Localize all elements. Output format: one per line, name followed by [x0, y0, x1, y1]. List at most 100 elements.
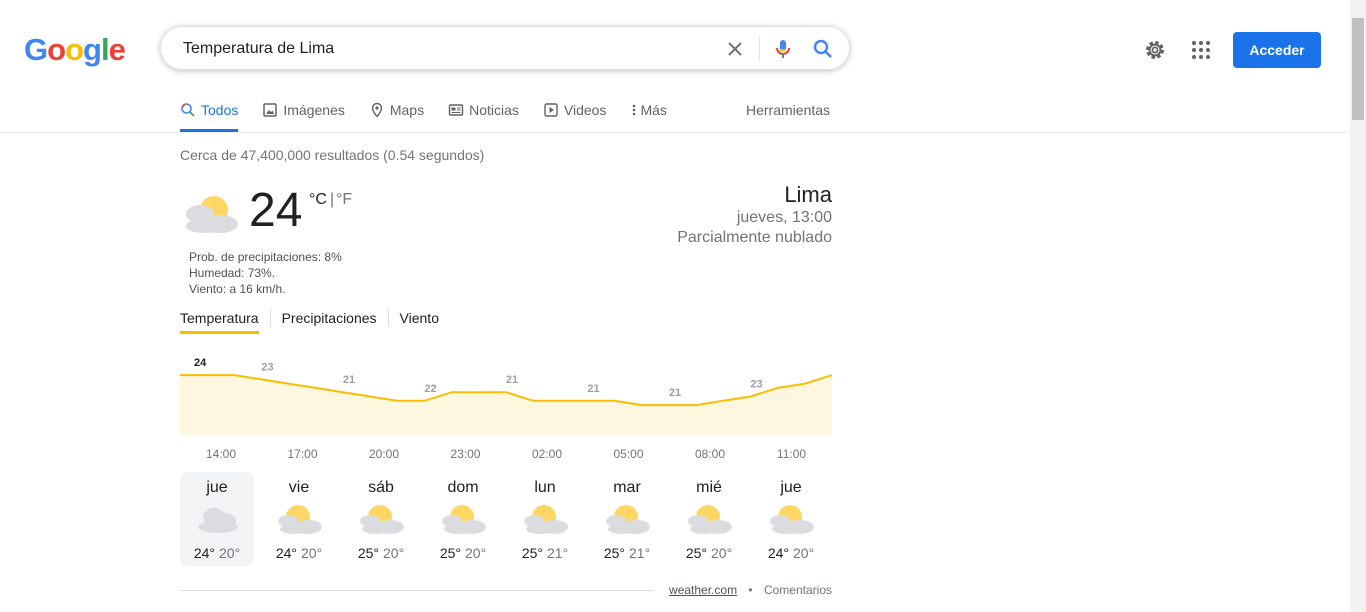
humidity-text: Humedad: 73%. — [189, 266, 276, 280]
day-temps: 25° 20° — [672, 545, 746, 561]
weather-details: Prob. de precipitaciones: 8% Humedad: 73… — [189, 249, 342, 297]
day-name: sáb — [368, 479, 394, 496]
day-forecast-5[interactable]: mar 25° 21° — [590, 472, 664, 566]
day-name: jue — [780, 479, 802, 496]
day-name: mar — [613, 479, 641, 496]
location-info: Lima jueves, 13:00 Parcialmente nublado — [677, 182, 832, 248]
chart-data-label: 21 — [506, 374, 518, 386]
chart-x-tick-label: 20:00 — [369, 447, 399, 461]
more-vert-icon — [630, 102, 638, 121]
feedback-link[interactable]: Comentarios — [764, 583, 832, 597]
day-forecast-4[interactable]: lun 25° 21° — [508, 472, 582, 566]
day-temps: 25° 21° — [508, 545, 582, 561]
day-name: jue — [206, 479, 228, 496]
day-temps: 25° 21° — [590, 545, 664, 561]
partly-cloudy-icon — [686, 499, 734, 544]
partly-cloudy-icon — [180, 190, 240, 239]
chart-data-label: 24 — [194, 358, 207, 369]
precipitation-text: Prob. de precipitaciones: 8% — [189, 250, 342, 264]
news-icon — [448, 102, 464, 121]
scrollbar-thumb[interactable] — [1352, 18, 1364, 120]
gear-icon[interactable] — [1143, 38, 1167, 67]
tab-noticias[interactable]: Noticias — [448, 94, 519, 132]
tab-label: Videos — [563, 102, 607, 118]
low-temp: 20° — [793, 545, 815, 561]
footer-divider — [180, 590, 654, 591]
wind-text: Viento: a 16 km/h. — [189, 282, 286, 296]
tab-maps[interactable]: Maps — [369, 94, 424, 132]
tab-viento[interactable]: Viento — [400, 307, 439, 334]
partly-cloudy-icon — [440, 499, 488, 544]
search-icon — [180, 102, 196, 121]
location-name: Lima — [784, 182, 832, 207]
scrollbar[interactable] — [1350, 0, 1366, 612]
nav-divider — [0, 132, 1350, 133]
search-icon[interactable] — [811, 37, 835, 61]
day-forecast-2[interactable]: sáb 25° 20° — [344, 472, 418, 566]
weather-tabs: Temperatura Precipitaciones Viento — [180, 307, 439, 334]
tab-separator — [387, 309, 389, 327]
logo-letter: G — [24, 32, 48, 67]
partly-cloudy-icon — [358, 499, 406, 544]
chart-data-label: 21 — [669, 387, 681, 399]
search-box[interactable] — [160, 26, 850, 70]
current-temperature: 24 — [249, 184, 303, 237]
tools-button[interactable]: Herramientas — [746, 102, 830, 118]
high-temp: 25° — [685, 545, 707, 561]
chart-data-label: 23 — [261, 361, 273, 373]
datetime-text: jueves, 13:00 — [736, 209, 832, 226]
tab-label: Imágenes — [283, 102, 345, 118]
daily-forecast: jue 24° 20° vie 24° 20° sáb 25° 20° dom 25° 20° lun 2… — [180, 472, 828, 566]
day-forecast-6[interactable]: mié 25° 20° — [672, 472, 746, 566]
mic-icon[interactable] — [771, 37, 795, 61]
tab-imagenes[interactable]: Imágenes — [262, 94, 345, 132]
logo-letter: e — [108, 32, 126, 67]
day-forecast-0[interactable]: jue 24° 20° — [180, 472, 254, 566]
high-temp: 24° — [193, 545, 215, 561]
day-forecast-7[interactable]: jue 24° 20° — [754, 472, 828, 566]
low-temp: 21° — [547, 545, 569, 561]
day-name: mié — [696, 479, 722, 496]
day-temps: 24° 20° — [262, 545, 336, 561]
tab-label: Más — [640, 102, 667, 118]
day-temps: 24° 20° — [754, 545, 828, 561]
result-stats: Cerca de 47,400,000 resultados (0.54 seg… — [180, 147, 485, 163]
temperature-chart[interactable]: 24 23 21 22 21 21 21 23 14:00 17:00 20:00 23:00 02:0… — [180, 358, 832, 468]
chart-x-tick-label: 14:00 — [206, 447, 236, 461]
search-input[interactable] — [181, 37, 715, 61]
tab-videos[interactable]: Videos — [543, 94, 607, 132]
low-temp: 20° — [219, 545, 241, 561]
tab-label: Todos — [201, 102, 239, 118]
source-link[interactable]: weather.com — [669, 583, 737, 597]
tab-temperatura[interactable]: Temperatura — [180, 307, 259, 334]
logo-letter: l — [100, 32, 110, 67]
unit-fahrenheit[interactable]: °F — [336, 191, 352, 209]
low-temp: 20° — [383, 545, 405, 561]
tab-precipitaciones[interactable]: Precipitaciones — [282, 307, 377, 334]
chart-data-label: 22 — [424, 383, 436, 395]
tab-label: Maps — [389, 102, 425, 118]
footer-bullet: • — [748, 583, 753, 597]
google-logo[interactable]: Google — [24, 32, 126, 68]
day-forecast-3[interactable]: dom 25° 20° — [426, 472, 500, 566]
close-icon[interactable] — [723, 37, 747, 61]
cloudy-icon — [194, 499, 242, 544]
unit-celsius[interactable]: °C — [309, 191, 327, 209]
day-name: lun — [534, 479, 556, 496]
sign-in-button[interactable]: Acceder — [1233, 32, 1321, 68]
day-temps: 25° 20° — [426, 545, 500, 561]
low-temp: 20° — [301, 545, 323, 561]
apps-grid-icon[interactable] — [1189, 38, 1213, 67]
day-temps: 25° 20° — [344, 545, 418, 561]
high-temp: 25° — [439, 545, 461, 561]
chart-x-tick-label: 11:00 — [777, 447, 806, 461]
search-divider — [759, 37, 760, 61]
high-temp: 25° — [521, 545, 543, 561]
high-temp: 24° — [767, 545, 789, 561]
tab-mas[interactable]: Más — [630, 94, 667, 132]
chart-x-tick-label: 05:00 — [613, 447, 643, 461]
chart-x-tick-label: 23:00 — [450, 447, 480, 461]
tab-todos[interactable]: Todos — [180, 94, 239, 132]
logo-letter: g — [83, 32, 102, 67]
day-forecast-1[interactable]: vie 24° 20° — [262, 472, 336, 566]
